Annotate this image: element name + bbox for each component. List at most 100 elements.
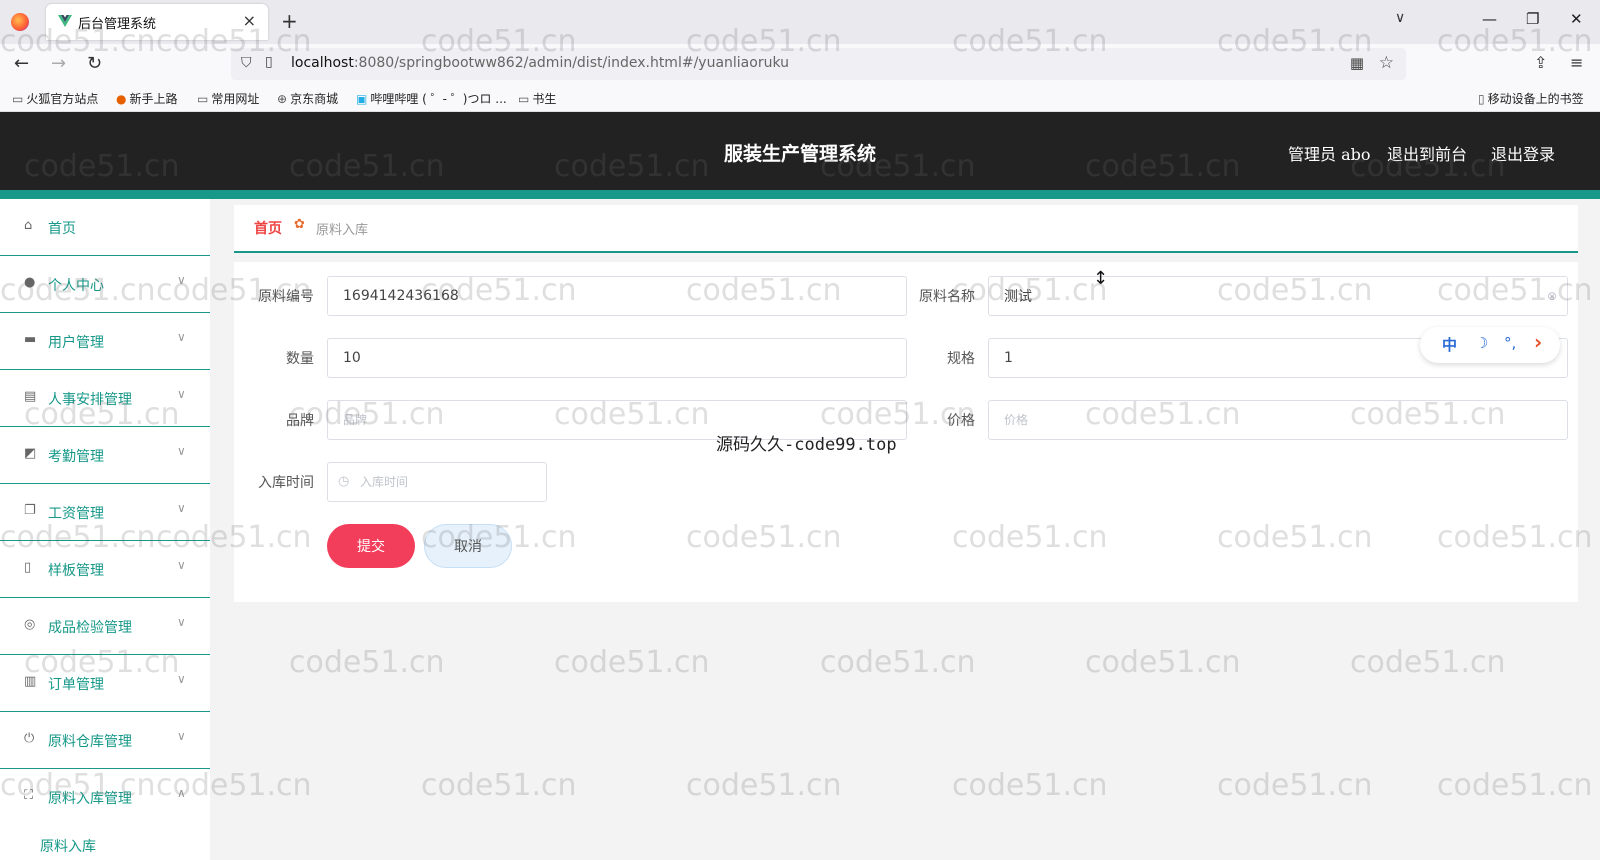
code-label: 原料编号 (258, 289, 314, 305)
cancel-button[interactable]: 取消 (424, 524, 512, 568)
chevron-down-icon: ∨ (177, 273, 186, 287)
browser-nav-bar: ← → ↻ ⛉ ▯ localhost:8080/springbootww862… (0, 44, 1600, 84)
clear-icon[interactable]: ⊗ (1547, 289, 1557, 303)
name-input[interactable] (988, 276, 1568, 316)
bookmarks-bar: ▭ 火狐官方站点 ● 新手上路 ▭ 常用网址 ⊕ 京东商城 ▣ 哔哩哔哩 ( ゜- ゜)つ… (0, 84, 1600, 112)
sidebar-item-sample[interactable]: ▯ 样板管理 ∨ (0, 541, 210, 598)
punctuation-icon[interactable]: °, (1504, 334, 1516, 352)
bookmark-item[interactable]: ▭ 常用网址 (197, 90, 259, 107)
price-label: 价格 (947, 413, 975, 429)
bookmark-label: 书生 (532, 92, 557, 106)
spec-label: 规格 (947, 351, 975, 367)
resize-cursor-icon: ↕ (1093, 268, 1109, 289)
sidebar-item-label: 个人中心 (48, 278, 104, 294)
sidebar-item-material-inbound[interactable]: ⛶ 原料入库管理 ∧ (0, 769, 210, 826)
sidebar-item-salary[interactable]: ❐ 工资管理 ∨ (0, 484, 210, 541)
browser-tab-bar: 后台管理系统 × + ∨ — ❐ ✕ (0, 0, 1600, 44)
restore-icon[interactable]: ❐ (1526, 10, 1539, 28)
back-icon[interactable]: ← (14, 53, 29, 74)
reload-icon[interactable]: ↻ (87, 53, 102, 74)
tab-list-icon[interactable]: ∨ (1395, 10, 1405, 26)
tab-title: 后台管理系统 (78, 17, 157, 32)
breadcrumb: 首页 ✿ 原料入库 (234, 205, 1578, 253)
ime-mode[interactable]: 中 (1442, 334, 1457, 355)
code-input[interactable] (327, 276, 907, 316)
submit-button[interactable]: 提交 (327, 524, 415, 568)
qr-code-icon[interactable]: ▦ (1350, 54, 1364, 72)
new-tab-icon[interactable]: + (281, 9, 298, 33)
breadcrumb-current: 原料入库 (316, 223, 369, 238)
minimize-icon[interactable]: — (1482, 10, 1497, 28)
sidebar-item-hr-arrangement[interactable]: ▤ 人事安排管理 ∨ (0, 370, 210, 427)
back-to-front-link[interactable]: 退出到前台 (1387, 141, 1467, 165)
tab-close-icon[interactable]: × (243, 11, 256, 30)
sidebar-item-attendance[interactable]: ◩ 考勤管理 ∨ (0, 427, 210, 484)
sidebar-item-label: 工资管理 (48, 506, 104, 522)
sidebar-subitem-material-inbound[interactable]: 原料入库 (40, 836, 96, 856)
sidebar-item-material-warehouse[interactable]: ⏻ 原料仓库管理 ∨ (0, 712, 210, 769)
extensions-icon[interactable]: ⇪ (1534, 53, 1547, 72)
home-icon: ⌂ (24, 218, 33, 233)
chevron-down-icon: ∨ (177, 729, 186, 743)
bookmark-item[interactable]: ▭ 火狐官方站点 (12, 90, 98, 107)
bookmark-item[interactable]: ⊕ 京东商城 (277, 90, 338, 107)
sidebar-item-label: 订单管理 (48, 677, 104, 693)
price-input[interactable] (988, 400, 1568, 440)
bookmark-label: 京东商城 (290, 92, 339, 106)
mobile-bookmarks[interactable]: ▯ 移动设备上的书签 (1478, 90, 1584, 107)
browser-tab[interactable]: 后台管理系统 × (46, 4, 268, 40)
copy-icon: ❐ (24, 503, 36, 518)
power-icon: ⏻ (24, 731, 35, 746)
watermark: code51.cn (554, 645, 710, 680)
breadcrumb-separator-icon: ✿ (294, 217, 305, 232)
chevron-down-icon: ∨ (177, 615, 186, 629)
sidebar-item-home[interactable]: ⌂ 首页 (0, 199, 210, 256)
bookmark-star-icon[interactable]: ☆ (1379, 53, 1394, 73)
compass-icon: ◎ (24, 617, 36, 632)
watermark: code51.cn (289, 645, 445, 680)
firefox-icon: ● (116, 92, 127, 106)
sidebar-item-inspection[interactable]: ◎ 成品检验管理 ∨ (0, 598, 210, 655)
book-icon: ▥ (24, 674, 37, 689)
watermark: code51.cn (1217, 768, 1373, 803)
forward-icon[interactable]: → (51, 53, 66, 74)
bookmark-item[interactable]: ● 新手上路 (116, 90, 178, 107)
sidebar-item-personal-center[interactable]: ● 个人中心 ∨ (0, 256, 210, 313)
bookmark-label: 新手上路 (129, 92, 178, 106)
inbound-time-label: 入库时间 (258, 475, 314, 491)
moon-icon[interactable]: ☽ (1475, 334, 1488, 352)
vue-logo-icon (58, 15, 72, 27)
quantity-input[interactable] (327, 338, 907, 378)
sidebar-item-label: 原料入库管理 (48, 791, 132, 807)
clipboard-icon: ▤ (24, 389, 37, 404)
breadcrumb-home[interactable]: 首页 (254, 218, 282, 238)
sidebar-item-label: 用户管理 (48, 335, 104, 351)
logout-link[interactable]: 退出登录 (1491, 141, 1555, 165)
bookmark-item[interactable]: ▣ 哔哩哔哩 ( ゜- ゜)つロ ... (356, 90, 507, 107)
folder-icon: ▭ (197, 92, 209, 106)
sidebar-item-label: 考勤管理 (48, 449, 104, 465)
chevron-down-icon: ∨ (177, 672, 186, 686)
inbound-time-input[interactable] (327, 462, 547, 502)
sidebar-item-label: 首页 (48, 221, 76, 237)
url-host: localhost (291, 55, 354, 71)
clock-icon: ◷ (338, 474, 350, 489)
sidebar-item-orders[interactable]: ▥ 订单管理 ∨ (0, 655, 210, 712)
url-path: :8080/springbootww862/admin/dist/index.h… (353, 55, 789, 71)
app-header: 服装生产管理系统 管理员 abo 退出到前台 退出登录 (0, 112, 1600, 190)
close-window-icon[interactable]: ✕ (1570, 10, 1583, 28)
firefox-logo-icon (11, 13, 29, 31)
watermark: code51.cn (421, 768, 577, 803)
sidebar-item-label: 成品检验管理 (48, 620, 132, 636)
menu-icon[interactable]: ≡ (1570, 53, 1583, 72)
sidebar-item-label: 样板管理 (48, 563, 104, 579)
sidebar-item-user-management[interactable]: ▬ 用户管理 ∨ (0, 313, 210, 370)
chevron-right-icon[interactable]: › (1534, 330, 1542, 354)
globe-icon: ⊕ (277, 92, 288, 106)
watermark: code51.cn (1350, 645, 1506, 680)
ime-toolbar[interactable]: 中 ☽ °, › (1420, 327, 1560, 363)
fullscreen-icon: ⛶ (24, 788, 34, 803)
address-bar[interactable]: ⛉ ▯ localhost:8080/springbootww862/admin… (231, 48, 1406, 80)
bookmark-item[interactable]: ▭ 书生 (518, 90, 556, 107)
url-text[interactable]: localhost:8080/springbootww862/admin/dis… (291, 55, 789, 71)
